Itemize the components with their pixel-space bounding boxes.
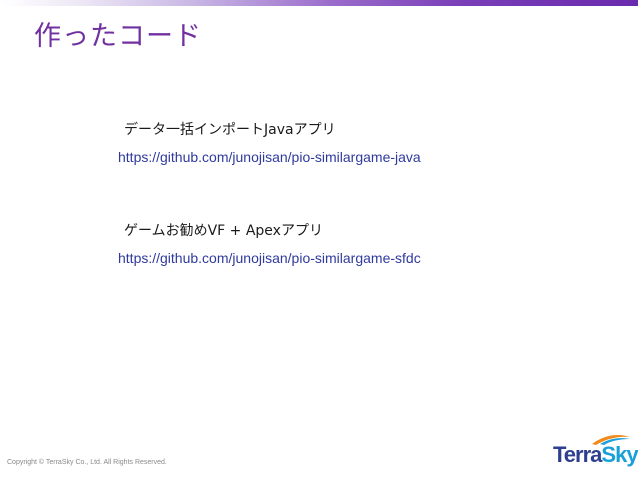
top-accent-bar [0, 0, 638, 6]
logo-sky: Sky [601, 442, 638, 467]
item-label: ゲームお勧めVF + Apexアプリ [124, 223, 323, 239]
item-label: データ一括インポートJavaアプリ [124, 122, 336, 138]
terrasky-logo: TerraSky [552, 433, 638, 473]
logo-wordmark: TerraSky [553, 442, 638, 468]
list-item-java-app: データ一括インポートJavaアプリ https://github.com/jun… [118, 118, 618, 169]
page-title: 作ったコード [34, 21, 202, 52]
list-item-sfdc-app: ゲームお勧めVF + Apexアプリ https://github.com/ju… [118, 219, 618, 270]
copyright-text: Copyright © TerraSky Co., Ltd. All Right… [7, 459, 167, 466]
github-link-java[interactable]: https://github.com/junojisan/pio-similar… [118, 145, 421, 169]
content-area: データ一括インポートJavaアプリ https://github.com/jun… [118, 118, 618, 320]
github-link-sfdc[interactable]: https://github.com/junojisan/pio-similar… [118, 246, 421, 270]
logo-terra: Terra [553, 442, 602, 467]
